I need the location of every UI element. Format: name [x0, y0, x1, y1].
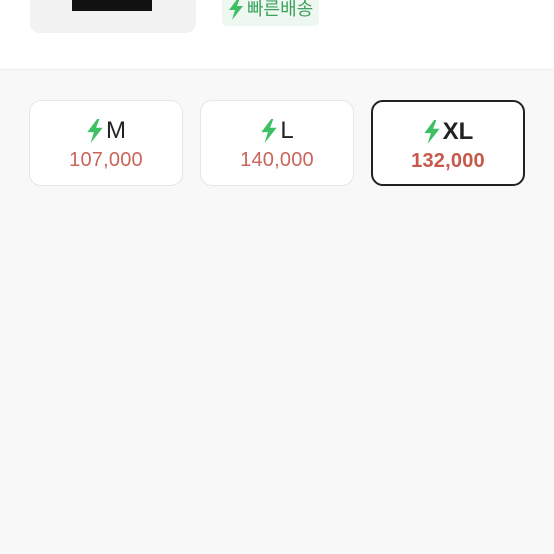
product-image: [72, 0, 152, 11]
size-price: 107,000: [69, 149, 143, 171]
size-price: 140,000: [240, 149, 314, 171]
size-option-header: M: [30, 116, 182, 146]
size-option-list: M 107,000 L 140,000 XL 132,000: [29, 100, 526, 186]
size-option-xl[interactable]: XL 132,000: [371, 100, 525, 186]
size-label: XL: [442, 118, 474, 145]
size-option-l[interactable]: L 140,000: [200, 100, 354, 186]
lightning-bolt-icon: [228, 0, 244, 20]
size-option-header: L: [201, 116, 353, 146]
lightning-bolt-icon: [423, 120, 441, 144]
size-label: L: [280, 117, 294, 144]
product-header: 빠른배송: [0, 0, 554, 70]
lightning-bolt-icon: [86, 119, 104, 143]
fast-delivery-label: 빠른배송: [247, 0, 314, 19]
size-option-m[interactable]: M 107,000: [29, 100, 183, 186]
size-option-header: XL: [373, 117, 523, 147]
lightning-bolt-icon: [260, 119, 278, 143]
size-label: M: [106, 117, 126, 144]
fast-delivery-badge: 빠른배송: [222, 0, 320, 26]
size-price: 132,000: [411, 150, 485, 172]
product-thumbnail[interactable]: [30, 0, 196, 33]
